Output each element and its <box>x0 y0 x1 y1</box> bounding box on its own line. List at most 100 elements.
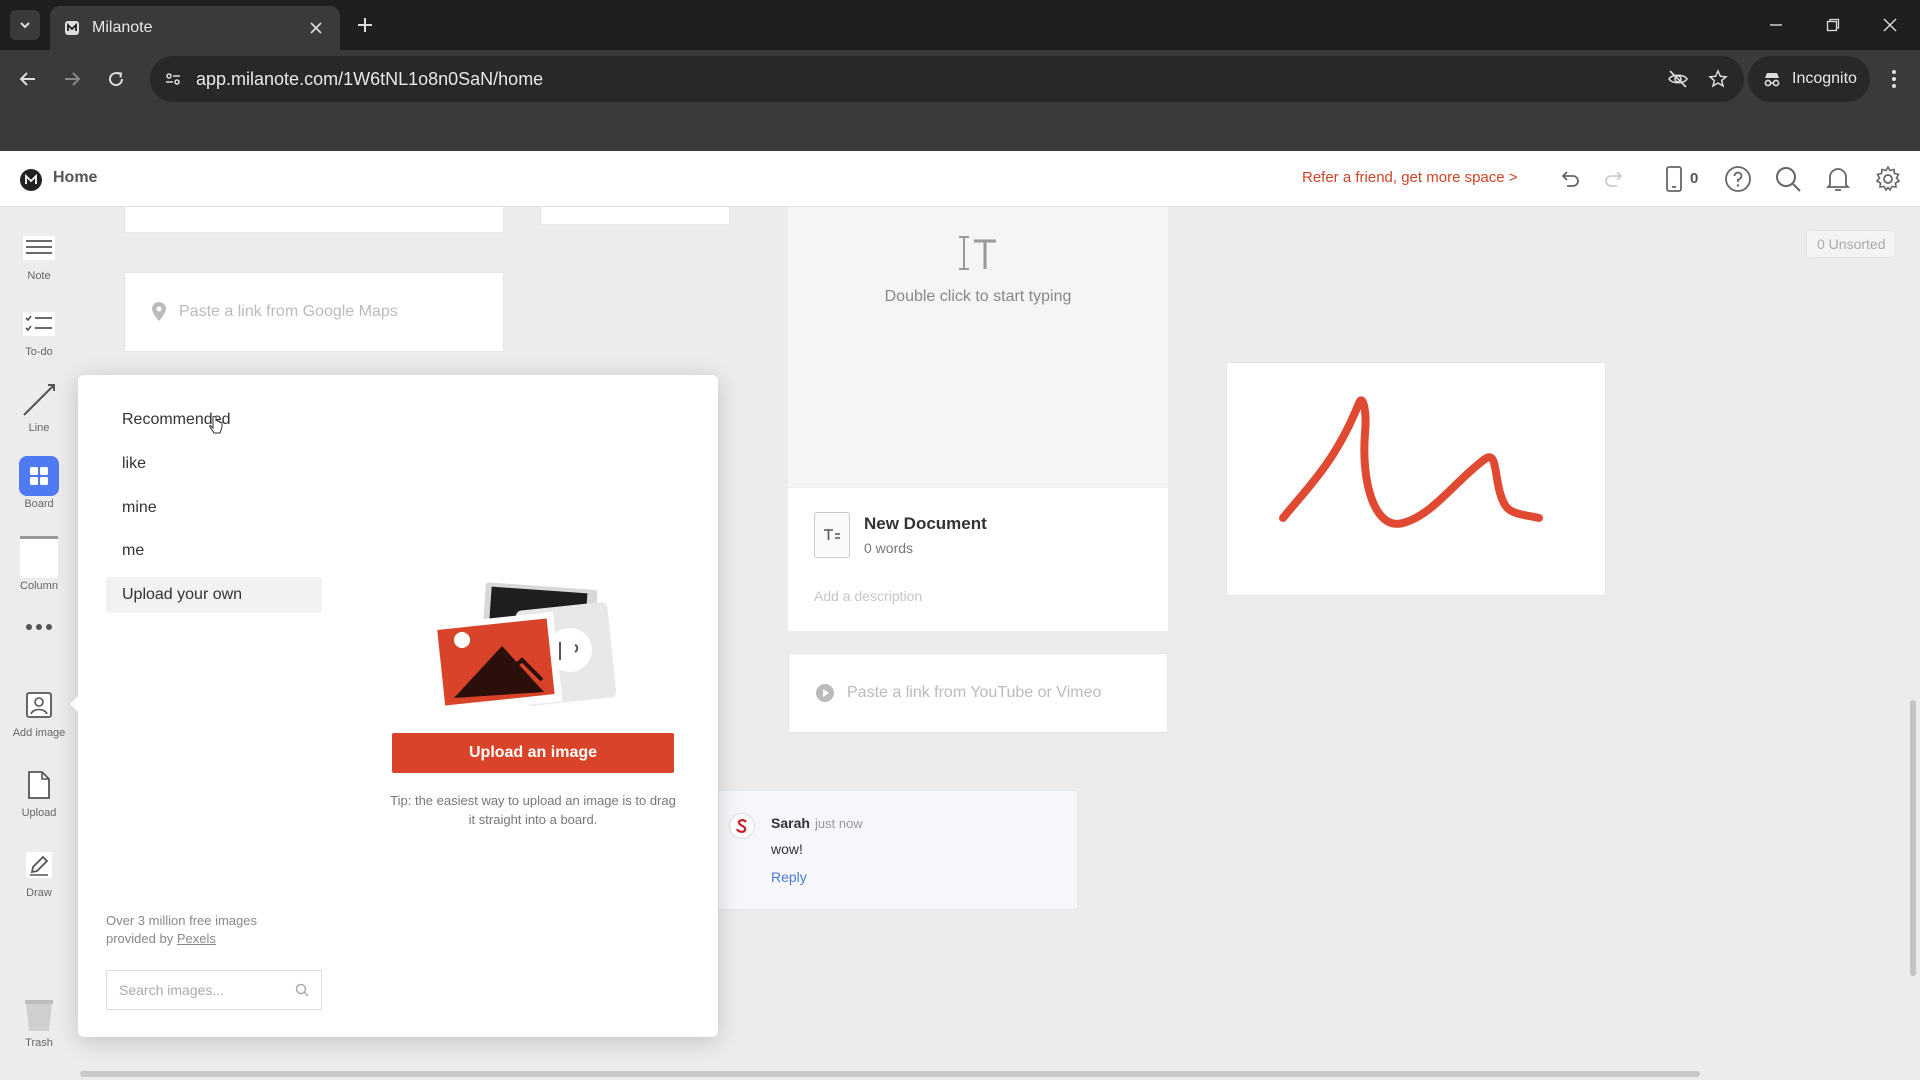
popover-arrow <box>70 696 78 712</box>
undo-icon[interactable] <box>1554 163 1586 195</box>
browser-menu-button[interactable] <box>1880 65 1908 93</box>
reload-icon <box>109 72 124 87</box>
restore-button[interactable] <box>1815 10 1851 40</box>
map-placeholder: Paste a link from Google Maps <box>179 303 398 320</box>
app-header: Home Refer a friend, get more space > 0 <box>0 151 1920 207</box>
help-icon[interactable] <box>1722 163 1754 195</box>
vertical-scrollbar[interactable] <box>1910 700 1916 976</box>
tool-note[interactable]: Note <box>0 228 78 282</box>
incognito-icon <box>1764 73 1780 87</box>
milanote-favicon-icon <box>65 21 79 35</box>
tool-label-note: Note <box>27 270 51 282</box>
restore-icon <box>1826 18 1840 32</box>
search-icon[interactable] <box>1772 163 1804 195</box>
document-word-count: 0 words <box>864 540 914 556</box>
reply-link[interactable]: Reply <box>771 869 807 885</box>
tab-close-icon[interactable] <box>306 18 326 38</box>
tool-column[interactable]: Column <box>0 536 78 592</box>
search-icon[interactable] <box>295 983 309 997</box>
map-pin-icon <box>152 302 166 321</box>
browser-frame-strip <box>0 108 1920 151</box>
forward-button[interactable] <box>58 65 86 93</box>
arrow-left-icon <box>19 72 35 86</box>
url-text[interactable]: app.milanote.com/1W6tNL1o8n0SaN/home <box>196 69 1664 90</box>
milanote-logo-icon[interactable] <box>20 169 42 191</box>
comment-time: just now <box>815 816 863 831</box>
tool-add-image[interactable]: Add image <box>0 685 78 739</box>
back-button[interactable] <box>14 65 42 93</box>
comment-text: wow! <box>771 841 803 857</box>
browser-tab[interactable]: Milanote <box>50 6 340 50</box>
tool-label-column: Column <box>20 580 58 592</box>
address-bar[interactable]: app.milanote.com/1W6tNL1o8n0SaN/home <box>150 56 1744 102</box>
unsorted-counter[interactable]: 0 Unsorted <box>1806 230 1897 258</box>
text-card[interactable]: Double click to start typing <box>788 207 1168 487</box>
video-placeholder: Paste a link from YouTube or Vimeo <box>847 684 1102 701</box>
redo-icon[interactable] <box>1598 163 1630 195</box>
site-settings-icon[interactable] <box>164 70 182 88</box>
draw-icon <box>19 845 59 885</box>
reload-button[interactable] <box>102 65 130 93</box>
card-fragment[interactable] <box>124 207 504 233</box>
upload-tip: Tip: the easiest way to upload an image … <box>390 793 676 827</box>
tool-upload[interactable]: Upload <box>0 765 78 819</box>
document-title: New Document <box>864 514 987 533</box>
category-me[interactable]: me <box>106 533 322 569</box>
tool-label-board: Board <box>24 498 54 510</box>
incognito-label: Incognito <box>1792 70 1857 87</box>
category-like[interactable]: like <box>106 446 322 482</box>
drawing-card[interactable] <box>1226 362 1606 596</box>
document-card[interactable]: New Document 0 words Add a description <box>788 487 1168 631</box>
tool-label-draw: Draw <box>26 887 52 899</box>
category-upload-your-own[interactable]: Upload your own <box>106 577 322 613</box>
pexels-link[interactable]: Pexels <box>177 931 216 946</box>
text-cursor-icon <box>959 236 996 270</box>
comment-author: Sarah <box>771 815 810 831</box>
new-tab-button[interactable] <box>352 12 378 38</box>
video-link-card[interactable]: Paste a link from YouTube or Vimeo <box>788 653 1168 733</box>
bookmark-star-icon[interactable] <box>1704 65 1732 93</box>
image-search-box[interactable] <box>106 970 322 1010</box>
tool-draw[interactable]: Draw <box>0 845 78 899</box>
tool-more[interactable] <box>0 617 78 637</box>
horizontal-scrollbar[interactable] <box>80 1071 1700 1077</box>
eye-off-icon[interactable] <box>1664 65 1692 93</box>
upload-image-button[interactable]: Upload an image <box>392 733 674 773</box>
tab-search-button[interactable] <box>10 10 40 40</box>
document-description-input[interactable]: Add a description <box>814 588 922 604</box>
todo-icon <box>19 304 59 344</box>
close-window-button[interactable] <box>1872 10 1908 40</box>
minimize-icon <box>1770 24 1782 26</box>
settings-gear-icon[interactable] <box>1872 163 1904 195</box>
tool-line[interactable]: Line <box>0 380 78 434</box>
tool-label-line: Line <box>28 422 50 434</box>
column-icon <box>20 536 58 578</box>
image-picker-popover: Recommended like mine me Upload your own… <box>70 375 718 1037</box>
image-search-input[interactable] <box>119 982 295 998</box>
tool-trash[interactable]: Trash <box>0 995 78 1049</box>
comment-card[interactable]: Sarah just now wow! Reply <box>718 790 1078 910</box>
minimize-button[interactable] <box>1758 10 1794 40</box>
mouse-cursor-icon <box>209 416 223 434</box>
add-image-icon <box>19 685 59 725</box>
more-icon <box>19 617 59 637</box>
tool-board[interactable]: Board <box>0 456 78 510</box>
refer-friend-link[interactable]: Refer a friend, get more space > <box>1302 169 1518 186</box>
card-fragment[interactable] <box>540 207 730 225</box>
device-count: 0 <box>1690 170 1699 187</box>
play-icon <box>816 684 834 702</box>
line-icon <box>19 380 59 420</box>
category-mine[interactable]: mine <box>106 490 322 526</box>
tool-label-upload: Upload <box>21 807 57 819</box>
breadcrumb-home[interactable]: Home <box>53 169 97 187</box>
scribble-drawing <box>1279 396 1543 528</box>
trash-icon <box>19 995 59 1035</box>
map-link-card[interactable]: Paste a link from Google Maps <box>124 272 504 352</box>
notifications-bell-icon[interactable] <box>1822 163 1854 195</box>
mobile-device-icon[interactable] <box>1658 163 1690 195</box>
chevron-down-icon <box>20 22 30 29</box>
tool-todo[interactable]: To-do <box>0 304 78 358</box>
incognito-badge[interactable]: Incognito <box>1748 56 1870 102</box>
tool-label-todo: To-do <box>25 346 53 358</box>
browser-tab-bar: Milanote <box>0 0 1920 50</box>
